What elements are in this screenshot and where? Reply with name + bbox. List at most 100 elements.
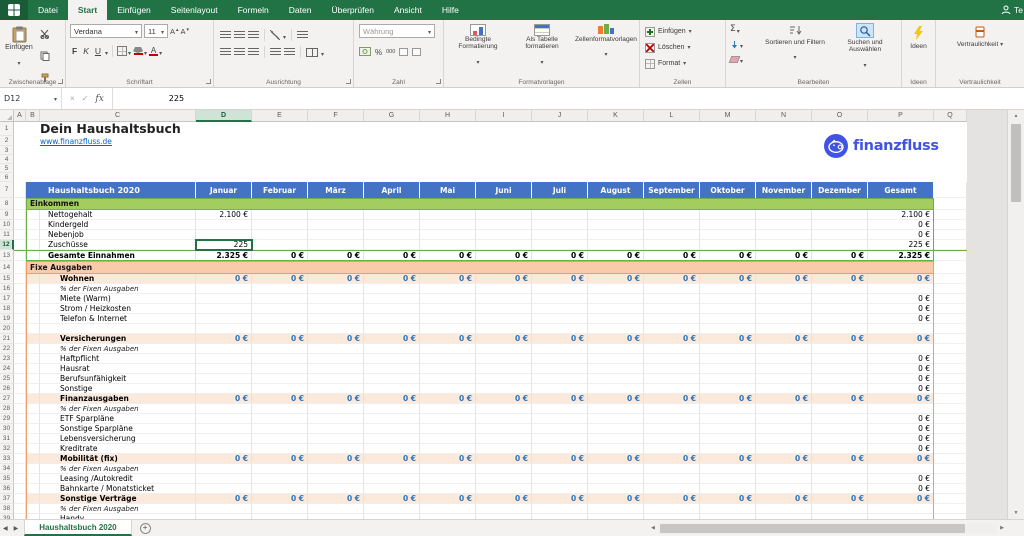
cell[interactable] [934, 220, 967, 230]
cell[interactable] [934, 364, 967, 374]
value-cell[interactable] [308, 474, 364, 484]
value-cell[interactable]: 0 € [476, 454, 532, 464]
ribbon-tab-ansicht[interactable]: Ansicht [384, 0, 432, 20]
cell[interactable] [26, 314, 40, 324]
value-cell[interactable] [364, 304, 420, 314]
value-cell[interactable] [644, 230, 700, 240]
row-header-4[interactable]: 4 [0, 155, 14, 164]
month-header-cell[interactable]: Juli [532, 182, 588, 198]
value-cell[interactable] [812, 414, 868, 424]
cell[interactable] [934, 344, 967, 354]
cell[interactable] [934, 304, 967, 314]
value-cell[interactable]: 0 € [364, 494, 420, 504]
cell[interactable] [26, 364, 40, 374]
total-cell[interactable] [868, 344, 934, 354]
horizontal-scroll-thumb[interactable] [660, 524, 965, 533]
value-cell[interactable] [308, 344, 364, 354]
value-cell[interactable] [532, 344, 588, 354]
value-cell[interactable] [308, 414, 364, 424]
value-cell[interactable] [252, 354, 308, 364]
column-header-K[interactable]: K [588, 110, 644, 122]
value-cell[interactable] [700, 414, 756, 424]
number-format-select[interactable]: Währung [359, 24, 435, 38]
value-cell[interactable] [588, 354, 644, 364]
cell[interactable] [14, 434, 26, 444]
value-cell[interactable] [644, 504, 700, 514]
value-cell[interactable] [420, 504, 476, 514]
grow-font-icon[interactable]: A▴ [170, 27, 179, 36]
month-header-cell[interactable]: Mai [420, 182, 476, 198]
column-header-D[interactable]: D [196, 110, 252, 122]
copy-icon[interactable] [40, 48, 50, 66]
value-cell[interactable] [644, 324, 700, 334]
row-header-23[interactable]: 23 [0, 354, 14, 364]
label-cell[interactable]: % der Fixen Ausgaben [40, 464, 196, 474]
total-cell[interactable] [868, 504, 934, 514]
total-cell[interactable]: 0 € [868, 444, 934, 454]
value-cell[interactable] [700, 374, 756, 384]
month-header-cell[interactable]: Oktober [700, 182, 756, 198]
label-cell[interactable]: Nettogehalt [40, 210, 196, 220]
label-cell[interactable]: Strom / Heizkosten [40, 304, 196, 314]
value-cell[interactable]: 0 € [588, 494, 644, 504]
cell[interactable] [26, 182, 40, 198]
value-cell[interactable]: 0 € [756, 334, 812, 344]
value-cell[interactable] [756, 474, 812, 484]
fill-button[interactable] [730, 38, 743, 50]
value-cell[interactable] [700, 474, 756, 484]
value-cell[interactable] [252, 324, 308, 334]
value-cell[interactable] [308, 240, 364, 250]
total-cell[interactable] [868, 464, 934, 474]
row-header-33[interactable]: 33 [0, 454, 14, 464]
value-cell[interactable] [532, 484, 588, 494]
row-header-3[interactable]: 3 [0, 146, 14, 155]
value-cell[interactable] [196, 444, 252, 454]
value-cell[interactable] [420, 404, 476, 414]
value-cell[interactable] [756, 220, 812, 230]
value-cell[interactable] [812, 484, 868, 494]
align-center-icon[interactable] [234, 48, 245, 57]
row-header-5[interactable]: 5 [0, 164, 14, 173]
value-cell[interactable] [812, 434, 868, 444]
value-cell[interactable] [644, 294, 700, 304]
value-cell[interactable] [644, 344, 700, 354]
value-cell[interactable] [364, 240, 420, 250]
row-header-6[interactable]: 6 [0, 173, 14, 182]
value-cell[interactable] [308, 324, 364, 334]
value-cell[interactable] [420, 424, 476, 434]
cell[interactable] [14, 484, 26, 494]
value-cell[interactable] [196, 434, 252, 444]
value-cell[interactable] [364, 504, 420, 514]
value-cell[interactable] [756, 354, 812, 364]
value-cell[interactable] [420, 464, 476, 474]
horizontal-scrollbar[interactable]: ◀ ▶ [648, 522, 1007, 534]
row-header-20[interactable]: 20 [0, 324, 14, 334]
value-cell[interactable] [756, 404, 812, 414]
value-cell[interactable]: 225 [196, 240, 252, 250]
value-cell[interactable] [196, 220, 252, 230]
total-cell[interactable]: 0 € [868, 424, 934, 434]
cell[interactable] [934, 414, 967, 424]
value-cell[interactable]: 0 € [812, 454, 868, 464]
value-cell[interactable] [476, 364, 532, 374]
value-cell[interactable]: 0 € [476, 334, 532, 344]
value-cell[interactable] [756, 374, 812, 384]
value-cell[interactable] [532, 230, 588, 240]
row-header-8[interactable]: 8 [0, 198, 14, 210]
column-header-M[interactable]: M [700, 110, 756, 122]
value-cell[interactable] [532, 504, 588, 514]
value-cell[interactable] [588, 240, 644, 250]
value-cell[interactable] [252, 344, 308, 354]
value-cell[interactable] [364, 324, 420, 334]
cell[interactable] [14, 261, 26, 274]
cell[interactable] [26, 334, 40, 344]
label-cell[interactable]: ETF Sparpläne [40, 414, 196, 424]
cell[interactable] [14, 424, 26, 434]
value-cell[interactable] [420, 434, 476, 444]
value-cell[interactable]: 0 € [588, 334, 644, 344]
value-cell[interactable] [196, 474, 252, 484]
bold-button[interactable]: F [70, 46, 79, 56]
value-cell[interactable] [196, 464, 252, 474]
value-cell[interactable] [812, 504, 868, 514]
value-cell[interactable] [756, 324, 812, 334]
